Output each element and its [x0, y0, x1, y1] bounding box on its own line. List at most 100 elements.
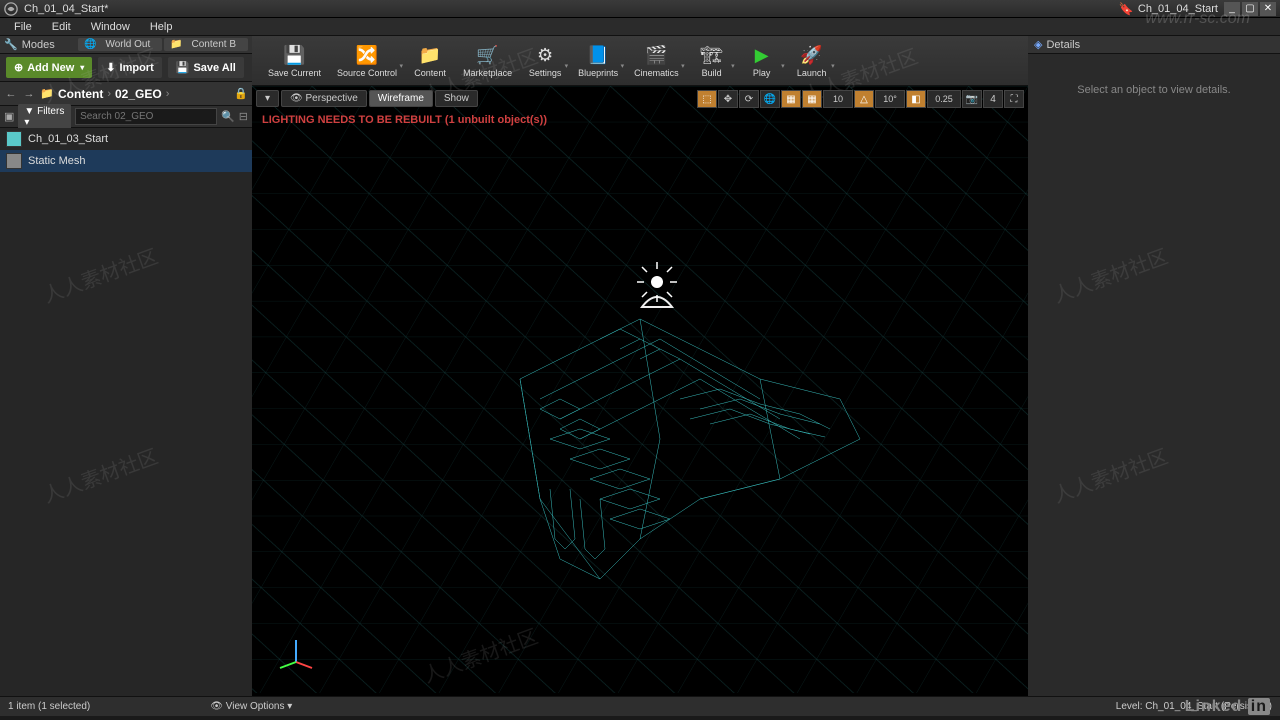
grid-snap-icon[interactable]: ▦ — [802, 90, 822, 108]
viewport-top-left: ▾ 👁 Perspective Wireframe Show — [256, 90, 478, 107]
scale-snap-value[interactable]: 0.25 — [927, 90, 961, 108]
content-icon: 📁 — [416, 44, 444, 68]
modes-label[interactable]: Modes — [22, 39, 55, 51]
tab-world-outliner[interactable]: 🌐 World Out — [78, 38, 162, 51]
details-header: ◈ Details — [1028, 36, 1280, 54]
skylight-actor-icon — [632, 257, 682, 317]
add-new-button[interactable]: ⊕ Add New — [6, 57, 92, 78]
asset-list[interactable]: Ch_01_03_Start Static Mesh — [0, 128, 252, 696]
crumb-geo[interactable]: 02_GEO — [115, 87, 162, 101]
camera-speed-icon[interactable]: 📷 — [962, 90, 982, 108]
list-item[interactable]: Ch_01_03_Start — [0, 128, 252, 150]
crumb-content[interactable]: Content — [58, 87, 103, 101]
save-current-button[interactable]: 💾Save Current — [260, 42, 329, 80]
launch-button[interactable]: 🚀Launch — [787, 42, 837, 80]
cinematics-button[interactable]: 🎬Cinematics — [626, 42, 687, 80]
content-button[interactable]: 📁Content — [405, 42, 455, 80]
asset-thumb-icon — [6, 153, 22, 169]
status-bar: 1 item (1 selected) 👁 View Options ▾ Lev… — [0, 696, 1280, 716]
modes-bar: 🔧 Modes 🌐 World Out 📁 Content B — [0, 36, 252, 54]
menu-window[interactable]: Window — [81, 19, 140, 35]
angle-snap-value[interactable]: 10° — [875, 90, 905, 108]
center-panel: 💾Save Current 🔀Source Control 📁Content 🛒… — [252, 36, 1028, 696]
marketplace-button[interactable]: 🛒Marketplace — [455, 42, 520, 80]
menu-edit[interactable]: Edit — [42, 19, 81, 35]
filter-toggle-icon[interactable]: ▣ — [4, 110, 14, 123]
nav-forward-button[interactable]: → — [22, 87, 36, 101]
search-icon[interactable]: 🔍 — [221, 110, 235, 123]
view-options-button[interactable]: 👁 View Options ▾ — [210, 701, 292, 712]
filters-button[interactable]: ▼ Filters ▾ — [18, 104, 71, 130]
show-button[interactable]: Show — [435, 90, 478, 107]
scale-snap-icon[interactable]: ◧ — [906, 90, 926, 108]
transform-rotate-icon[interactable]: ⟳ — [739, 90, 759, 108]
gear-icon: ⚙ — [531, 44, 559, 68]
play-button[interactable]: ▶Play — [737, 42, 787, 80]
marketplace-icon: 🛒 — [474, 44, 502, 68]
wireframe-button[interactable]: Wireframe — [369, 90, 433, 107]
launch-icon: 🚀 — [798, 44, 826, 68]
angle-snap-icon[interactable]: △ — [854, 90, 874, 108]
details-title: Details — [1046, 39, 1080, 51]
blueprints-icon: 📘 — [584, 44, 612, 68]
asset-name: Ch_01_03_Start — [28, 133, 108, 145]
unreal-logo-icon — [4, 2, 18, 16]
viewport-top-right: ⬚ ✥ ⟳ 🌐 ▦ ▦ 10 △ 10° ◧ 0.25 📷 4 ⛶ — [697, 90, 1024, 108]
left-panel: 🔧 Modes 🌐 World Out 📁 Content B ⊕ Add Ne… — [0, 36, 252, 696]
menu-file[interactable]: File — [4, 19, 42, 35]
search-input[interactable] — [75, 108, 217, 125]
tab-content-browser[interactable]: 📁 Content B — [164, 38, 248, 51]
axis-gizmo-icon — [276, 632, 316, 672]
main-toolbar: 💾Save Current 🔀Source Control 📁Content 🛒… — [252, 36, 1028, 86]
minimize-button[interactable]: _ — [1224, 2, 1240, 16]
source-control-button[interactable]: 🔀Source Control — [329, 42, 405, 80]
content-browser-toolbar: ⊕ Add New ⬇ Import 💾 Save All — [0, 54, 252, 82]
build-icon: 🏗 — [698, 44, 726, 68]
maximize-button[interactable]: ▢ — [1242, 2, 1258, 16]
menu-help[interactable]: Help — [140, 19, 183, 35]
viewport-options-button[interactable]: ▾ — [256, 90, 279, 107]
status-item-count: 1 item (1 selected) — [8, 701, 90, 712]
camera-speed-value[interactable]: 4 — [983, 90, 1003, 108]
grid-snap-value[interactable]: 10 — [823, 90, 853, 108]
menu-bar: File Edit Window Help — [0, 18, 1280, 36]
surface-snap-icon[interactable]: ▦ — [781, 90, 801, 108]
details-icon: ◈ — [1034, 38, 1042, 51]
asset-name: Static Mesh — [28, 155, 85, 167]
lighting-warning: LIGHTING NEEDS TO BE REBUILT (1 unbuilt … — [262, 114, 547, 126]
linkedin-logo: Linked in — [1185, 698, 1270, 716]
settings-button[interactable]: ⚙Settings — [520, 42, 570, 80]
nav-back-button[interactable]: ← — [4, 87, 18, 101]
close-button[interactable]: ✕ — [1260, 2, 1276, 16]
maximize-viewport-icon[interactable]: ⛶ — [1004, 90, 1024, 108]
source-control-icon: 🔀 — [353, 44, 381, 68]
filter-bar: ▣ ▼ Filters ▾ 🔍 ⊟ — [0, 106, 252, 128]
asset-thumb-icon — [6, 131, 22, 147]
level-name-right: Ch_01_04_Start — [1138, 3, 1218, 15]
folder-icon[interactable]: 📁 — [40, 87, 54, 101]
collapse-icon[interactable]: ⊟ — [239, 110, 248, 123]
bookmark-icon[interactable]: 🔖 — [1119, 2, 1134, 16]
transform-move-icon[interactable]: ✥ — [718, 90, 738, 108]
wrench-icon: 🔧 — [4, 38, 18, 51]
perspective-button[interactable]: 👁 Perspective — [281, 90, 367, 107]
cinematics-icon: 🎬 — [642, 44, 670, 68]
save-all-button[interactable]: 💾 Save All — [168, 57, 244, 78]
window-title: Ch_01_04_Start* — [24, 3, 1119, 15]
import-button[interactable]: ⬇ Import — [98, 57, 161, 78]
list-item[interactable]: Static Mesh — [0, 150, 252, 172]
play-icon: ▶ — [748, 44, 776, 68]
blueprints-button[interactable]: 📘Blueprints — [570, 42, 626, 80]
details-empty-message: Select an object to view details. — [1028, 54, 1280, 696]
path-lock-icon[interactable]: 🔒 — [234, 87, 248, 101]
transform-select-icon[interactable]: ⬚ — [697, 90, 717, 108]
build-button[interactable]: 🏗Build — [687, 42, 737, 80]
save-icon: 💾 — [281, 44, 309, 68]
coord-space-icon[interactable]: 🌐 — [760, 90, 780, 108]
title-bar: Ch_01_04_Start* 🔖 Ch_01_04_Start _ ▢ ✕ — [0, 0, 1280, 18]
breadcrumb-bar: ← → 📁 Content › 02_GEO › 🔒 — [0, 82, 252, 106]
crumb-sep: › — [166, 88, 170, 100]
crumb-sep: › — [107, 88, 111, 100]
details-panel: ◈ Details Select an object to view detai… — [1028, 36, 1280, 696]
viewport[interactable]: ▾ 👁 Perspective Wireframe Show ⬚ ✥ ⟳ 🌐 ▦… — [252, 86, 1028, 696]
